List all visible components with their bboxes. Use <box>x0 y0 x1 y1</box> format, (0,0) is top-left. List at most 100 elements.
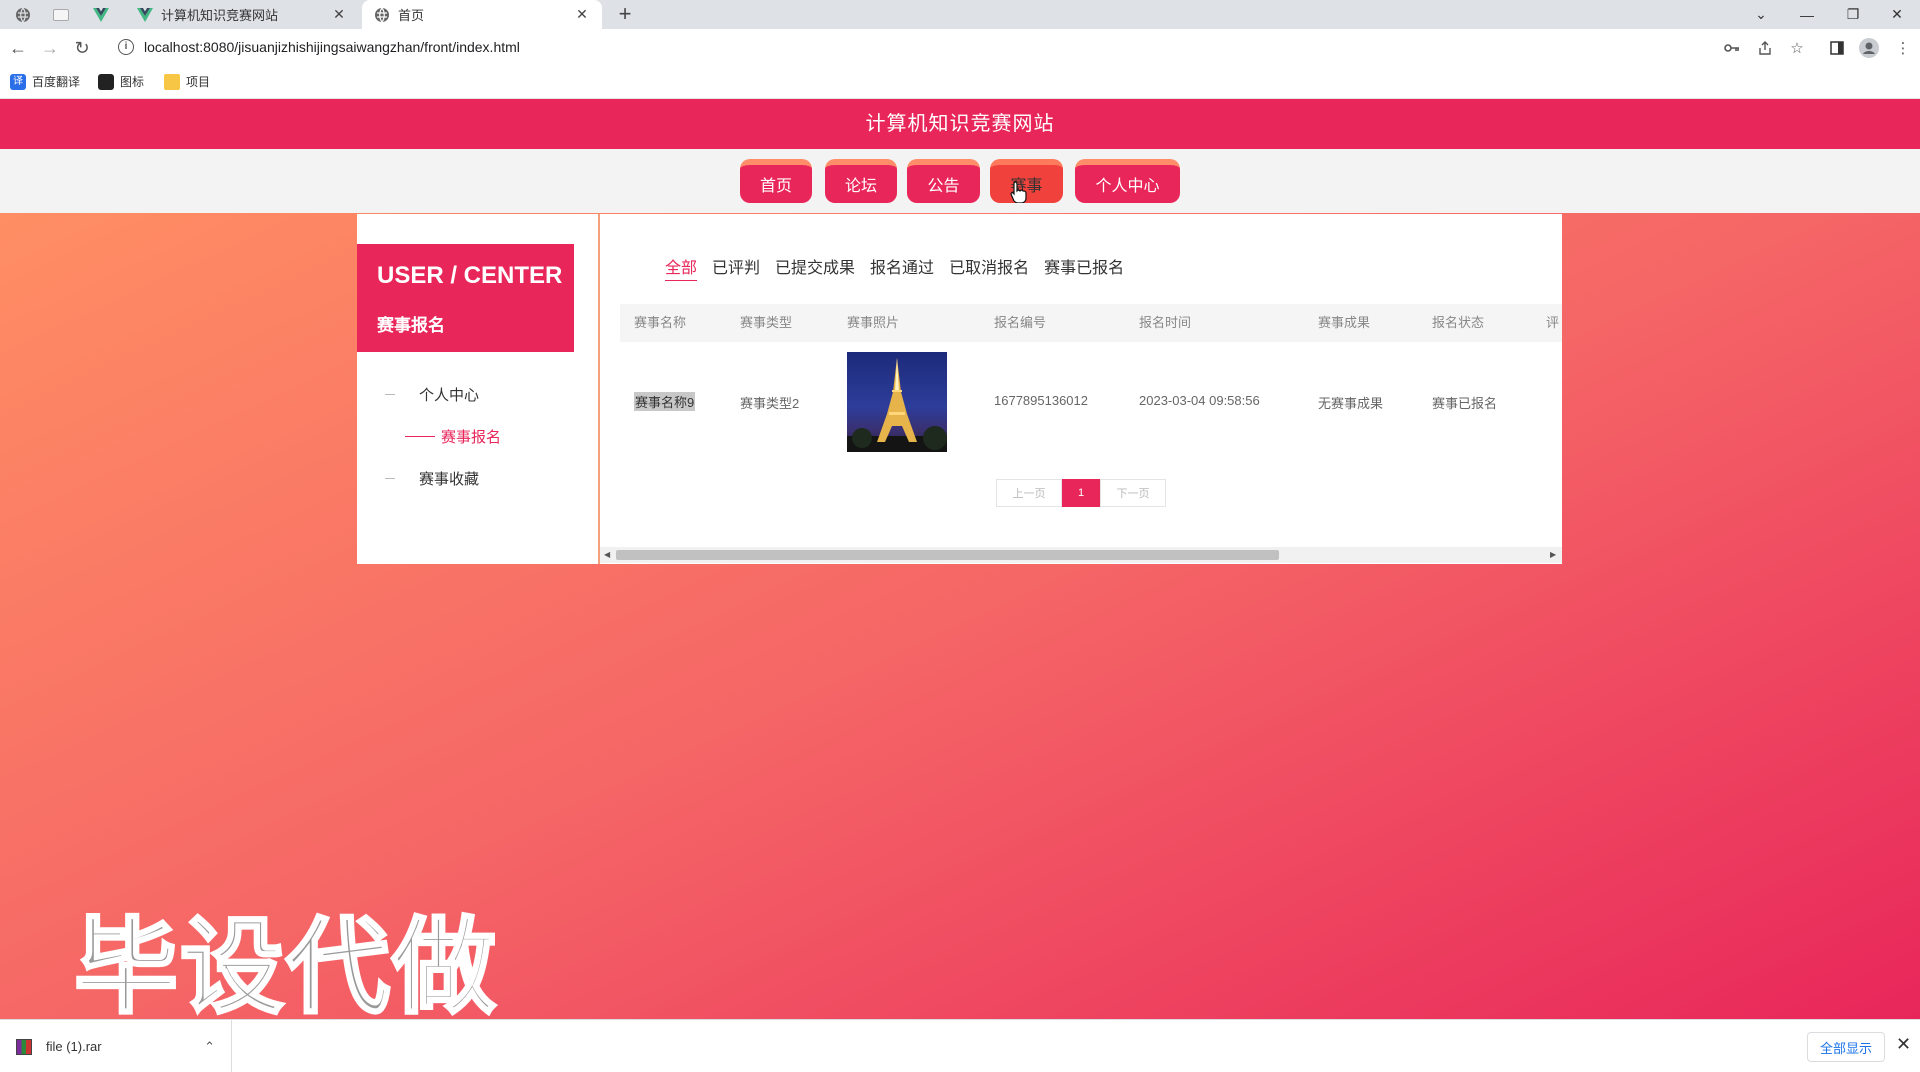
sidebar-item-signup[interactable]: 赛事报名 <box>405 426 501 447</box>
watermark-text: 毕设代做 <box>72 905 499 1030</box>
scrollbar-thumb[interactable] <box>616 550 1279 560</box>
prev-page-button[interactable]: 上一页 <box>996 479 1062 507</box>
side-panel-icon[interactable] <box>1826 37 1848 59</box>
scroll-left-icon[interactable]: ◀ <box>604 550 610 559</box>
bookmark-icons[interactable]: 图标 <box>98 73 144 90</box>
share-icon[interactable] <box>1754 37 1776 59</box>
column-header: 报名时间 <box>1139 315 1192 330</box>
key-icon[interactable] <box>1721 37 1743 59</box>
sidebar-heading-en: USER / CENTER <box>377 262 563 289</box>
main-nav: 首页 论坛 公告 赛事 个人中心 <box>0 149 1920 213</box>
sidebar-header: USER / CENTER 赛事报名 <box>357 244 574 352</box>
filter-judged[interactable]: 已评判 <box>712 254 760 281</box>
column-header: 评 <box>1546 315 1560 330</box>
bookmark-baidu-translate[interactable]: 译 百度翻译 <box>10 73 80 90</box>
folder-icon <box>164 73 180 90</box>
sidebar-item-label: 赛事收藏 <box>419 471 480 488</box>
tab-close-icon[interactable]: ✕ <box>574 6 590 23</box>
browser-tabstrip: 计算机知识竞赛网站 ✕ 首页 ✕ + ⌄ — ❐ ✕ <box>0 0 1920 29</box>
bookmark-label: 图标 <box>120 75 145 89</box>
filter-submitted[interactable]: 已提交成果 <box>775 254 855 281</box>
browser-toolbar: ← → ↻ i localhost:8080/jisuanjizhishijin… <box>0 29 1920 66</box>
new-tab-button[interactable]: + <box>612 2 638 28</box>
image-icon <box>98 73 114 90</box>
minimize-button[interactable]: — <box>1784 0 1830 29</box>
tab-search-icon[interactable]: ⌄ <box>1738 0 1784 29</box>
bookmark-project[interactable]: 项目 <box>164 73 210 90</box>
nav-forum[interactable]: 论坛 <box>825 159 897 203</box>
bookmarks-bar: 译 百度翻译 图标 项目 <box>0 66 1920 99</box>
page-1-button[interactable]: 1 <box>1062 479 1100 507</box>
sidebar-item-favorites[interactable]: 赛事收藏 <box>385 468 479 489</box>
url-text: localhost:8080/jisuanjizhishijingsaiwang… <box>144 39 520 55</box>
site-title: 计算机知识竞赛网站 <box>0 99 1920 149</box>
cell-type: 赛事类型2 <box>740 396 800 411</box>
column-header: 报名状态 <box>1432 315 1485 330</box>
column-header: 赛事成果 <box>1318 315 1371 330</box>
back-button[interactable]: ← <box>5 35 31 61</box>
forward-button[interactable]: → <box>37 35 63 61</box>
horizontal-scrollbar[interactable]: ◀ ▶ <box>600 547 1562 563</box>
column-header: 报名编号 <box>994 315 1047 330</box>
nav-notice[interactable]: 公告 <box>907 159 980 203</box>
chevron-up-icon[interactable]: ⌃ <box>204 1039 215 1055</box>
sidebar-item-label: 赛事报名 <box>441 429 502 446</box>
tab-home[interactable]: 首页 ✕ <box>362 0 602 29</box>
filter-approved[interactable]: 报名通过 <box>870 254 934 281</box>
download-item[interactable]: file (1).rar ⌃ <box>16 1020 232 1072</box>
pinned-tab-vue-icon[interactable] <box>90 4 112 26</box>
bookmark-label: 项目 <box>186 75 211 89</box>
filter-cancelled[interactable]: 已取消报名 <box>949 254 1029 281</box>
tab-title: 首页 <box>398 8 425 23</box>
pagination: 上一页 1 下一页 <box>996 479 1166 507</box>
close-icon[interactable]: ✕ <box>1896 1034 1911 1055</box>
competition-photo[interactable] <box>847 352 947 452</box>
bookmark-star-icon[interactable]: ☆ <box>1786 37 1808 59</box>
close-window-button[interactable]: ✕ <box>1874 0 1920 29</box>
tab-title: 计算机知识竞赛网站 <box>161 8 279 23</box>
pinned-tab-globe-icon[interactable] <box>12 4 34 26</box>
tab-close-icon[interactable]: ✕ <box>331 6 347 23</box>
address-bar[interactable]: i localhost:8080/jisuanjizhishijingsaiwa… <box>106 32 1796 62</box>
column-header: 赛事类型 <box>740 315 793 330</box>
signup-list-panel: 全部 已评判 已提交成果 报名通过 已取消报名 赛事已报名 赛事名称 赛事类型 … <box>598 214 1562 564</box>
rar-file-icon <box>16 1038 32 1055</box>
dash-icon <box>405 436 435 437</box>
reload-button[interactable]: ↻ <box>69 35 95 61</box>
status-filter-tabs: 全部 已评判 已提交成果 报名通过 已取消报名 赛事已报名 <box>665 254 1139 281</box>
table-header: 赛事名称 赛事类型 赛事照片 报名编号 报名时间 赛事成果 报名状态 评 <box>620 304 1562 342</box>
menu-kebab-icon[interactable]: ⋮ <box>1892 37 1914 59</box>
cell-signup-time: 2023-03-04 09:58:56 <box>1139 393 1260 408</box>
restore-button[interactable]: ❐ <box>1830 0 1876 29</box>
next-page-button[interactable]: 下一页 <box>1100 479 1166 507</box>
filter-registered[interactable]: 赛事已报名 <box>1044 254 1124 281</box>
pinned-tab-blank-icon[interactable] <box>50 4 72 26</box>
hand-cursor-icon <box>1010 181 1028 208</box>
sidebar-item-user-center[interactable]: 个人中心 <box>385 384 479 405</box>
eiffel-tower-image <box>847 358 947 452</box>
globe-icon <box>374 7 390 23</box>
filter-all[interactable]: 全部 <box>665 254 698 281</box>
scroll-right-icon[interactable]: ▶ <box>1550 550 1556 559</box>
tab-site[interactable]: 计算机知识竞赛网站 ✕ <box>125 0 359 29</box>
bookmark-label: 百度翻译 <box>32 75 81 89</box>
profile-avatar-icon[interactable] <box>1858 37 1880 59</box>
dash-icon <box>385 478 395 479</box>
nav-user-center[interactable]: 个人中心 <box>1075 159 1180 203</box>
downloads-bar: file (1).rar ⌃ 全部显示 ✕ <box>0 1019 1920 1072</box>
column-header: 赛事照片 <box>847 315 900 330</box>
user-center-sidebar: USER / CENTER 赛事报名 个人中心 赛事报名 赛事收藏 <box>357 214 598 564</box>
cell-status: 赛事已报名 <box>1432 396 1498 411</box>
dash-icon <box>385 394 395 395</box>
translate-icon: 译 <box>10 73 26 90</box>
nav-home[interactable]: 首页 <box>740 159 812 203</box>
cell-signup-no: 1677895136012 <box>994 393 1088 408</box>
vue-icon <box>137 7 153 23</box>
sidebar-heading-cn: 赛事报名 <box>377 316 445 335</box>
cell-name: 赛事名称9 <box>634 392 696 411</box>
site-info-icon[interactable]: i <box>118 39 134 55</box>
download-filename: file (1).rar <box>46 1039 102 1054</box>
cell-result: 无赛事成果 <box>1318 396 1384 411</box>
show-all-button[interactable]: 全部显示 <box>1807 1032 1885 1062</box>
sidebar-item-label: 个人中心 <box>419 387 480 404</box>
